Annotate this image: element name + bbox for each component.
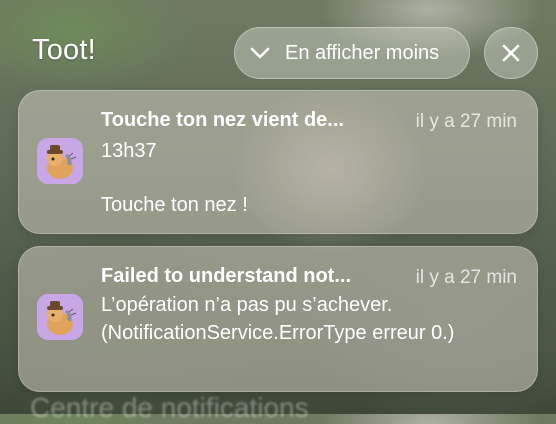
mastodon-app-icon <box>37 138 83 184</box>
show-less-button[interactable]: En afficher moins <box>234 27 470 79</box>
notification-body: Touche ton nez ! <box>101 194 248 216</box>
app-title: Toot! <box>32 34 96 66</box>
close-icon <box>502 44 520 62</box>
chevron-down-icon <box>250 47 270 59</box>
clear-group-button[interactable] <box>484 27 538 79</box>
mastodon-app-icon <box>37 294 83 340</box>
notification-title: Touche ton nez vient de... <box>101 109 344 131</box>
notification-center-label: Centre de notifications <box>30 392 309 423</box>
notification-subtitle: 13h37 <box>101 140 157 162</box>
notification-body: L’opération n’a pas pu s’achever. (Notif… <box>101 294 455 344</box>
show-less-label: En afficher moins <box>285 41 440 64</box>
notification-title: Failed to understand not... <box>101 265 351 287</box>
notification-time: il y a 27 min <box>415 111 517 132</box>
notification-card[interactable]: Touche ton nez vient de... il y a 27 min… <box>18 90 538 234</box>
notification-group-header: Toot! En afficher moins <box>0 0 556 90</box>
notification-time: il y a 27 min <box>415 267 517 288</box>
notification-card[interactable]: Failed to understand not... il y a 27 mi… <box>18 246 538 392</box>
